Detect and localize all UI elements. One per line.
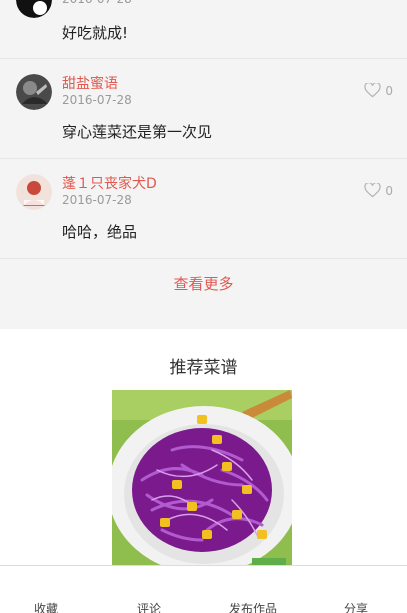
comment-date: 2016-07-28 <box>62 0 132 6</box>
heart-icon <box>364 183 381 198</box>
bottom-tab-bar: 收藏 评论 发布作品 分享 <box>0 565 407 613</box>
like-button[interactable]: 0 <box>364 83 393 98</box>
tab-share[interactable]: 分享 <box>344 600 368 613</box>
comment-text: 好吃就成! <box>62 24 129 42</box>
avatar[interactable] <box>16 174 52 210</box>
comment-text: 哈哈，绝品 <box>62 223 138 241</box>
comment-item: 甜盐蜜语 2016-07-28 穿心莲菜还是第一次见 0 <box>0 59 407 159</box>
comment-username[interactable]: 甜盐蜜语 <box>62 73 118 93</box>
comment-item: 2016-07-28 好吃就成! <box>0 0 407 59</box>
view-more-link[interactable]: 查看更多 <box>0 259 407 309</box>
comment-username[interactable]: 蓬１只丧家犬D <box>62 173 157 193</box>
comment-date: 2016-07-28 <box>62 93 132 107</box>
comment-item: 蓬１只丧家犬D 2016-07-28 哈哈，绝品 0 <box>0 159 407 259</box>
avatar[interactable] <box>16 0 52 18</box>
tab-comment[interactable]: 评论 <box>137 600 161 613</box>
tab-publish[interactable]: 发布作品 <box>229 600 277 613</box>
recommended-recipes-section: 推荐菜谱 <box>0 329 407 565</box>
heart-icon <box>364 83 381 98</box>
comment-date: 2016-07-28 <box>62 193 132 207</box>
like-count: 0 <box>385 83 393 98</box>
comment-text: 穿心莲菜还是第一次见 <box>62 123 213 141</box>
section-title: 推荐菜谱 <box>169 358 238 378</box>
like-button[interactable]: 0 <box>364 183 393 198</box>
comment-list: 2016-07-28 好吃就成! 甜盐蜜语 2016-07-28 穿心莲菜还是第… <box>0 0 407 259</box>
like-count: 0 <box>385 183 393 198</box>
tab-favorite[interactable]: 收藏 <box>34 600 58 613</box>
recipe-image[interactable] <box>112 390 292 565</box>
avatar[interactable] <box>16 74 52 110</box>
